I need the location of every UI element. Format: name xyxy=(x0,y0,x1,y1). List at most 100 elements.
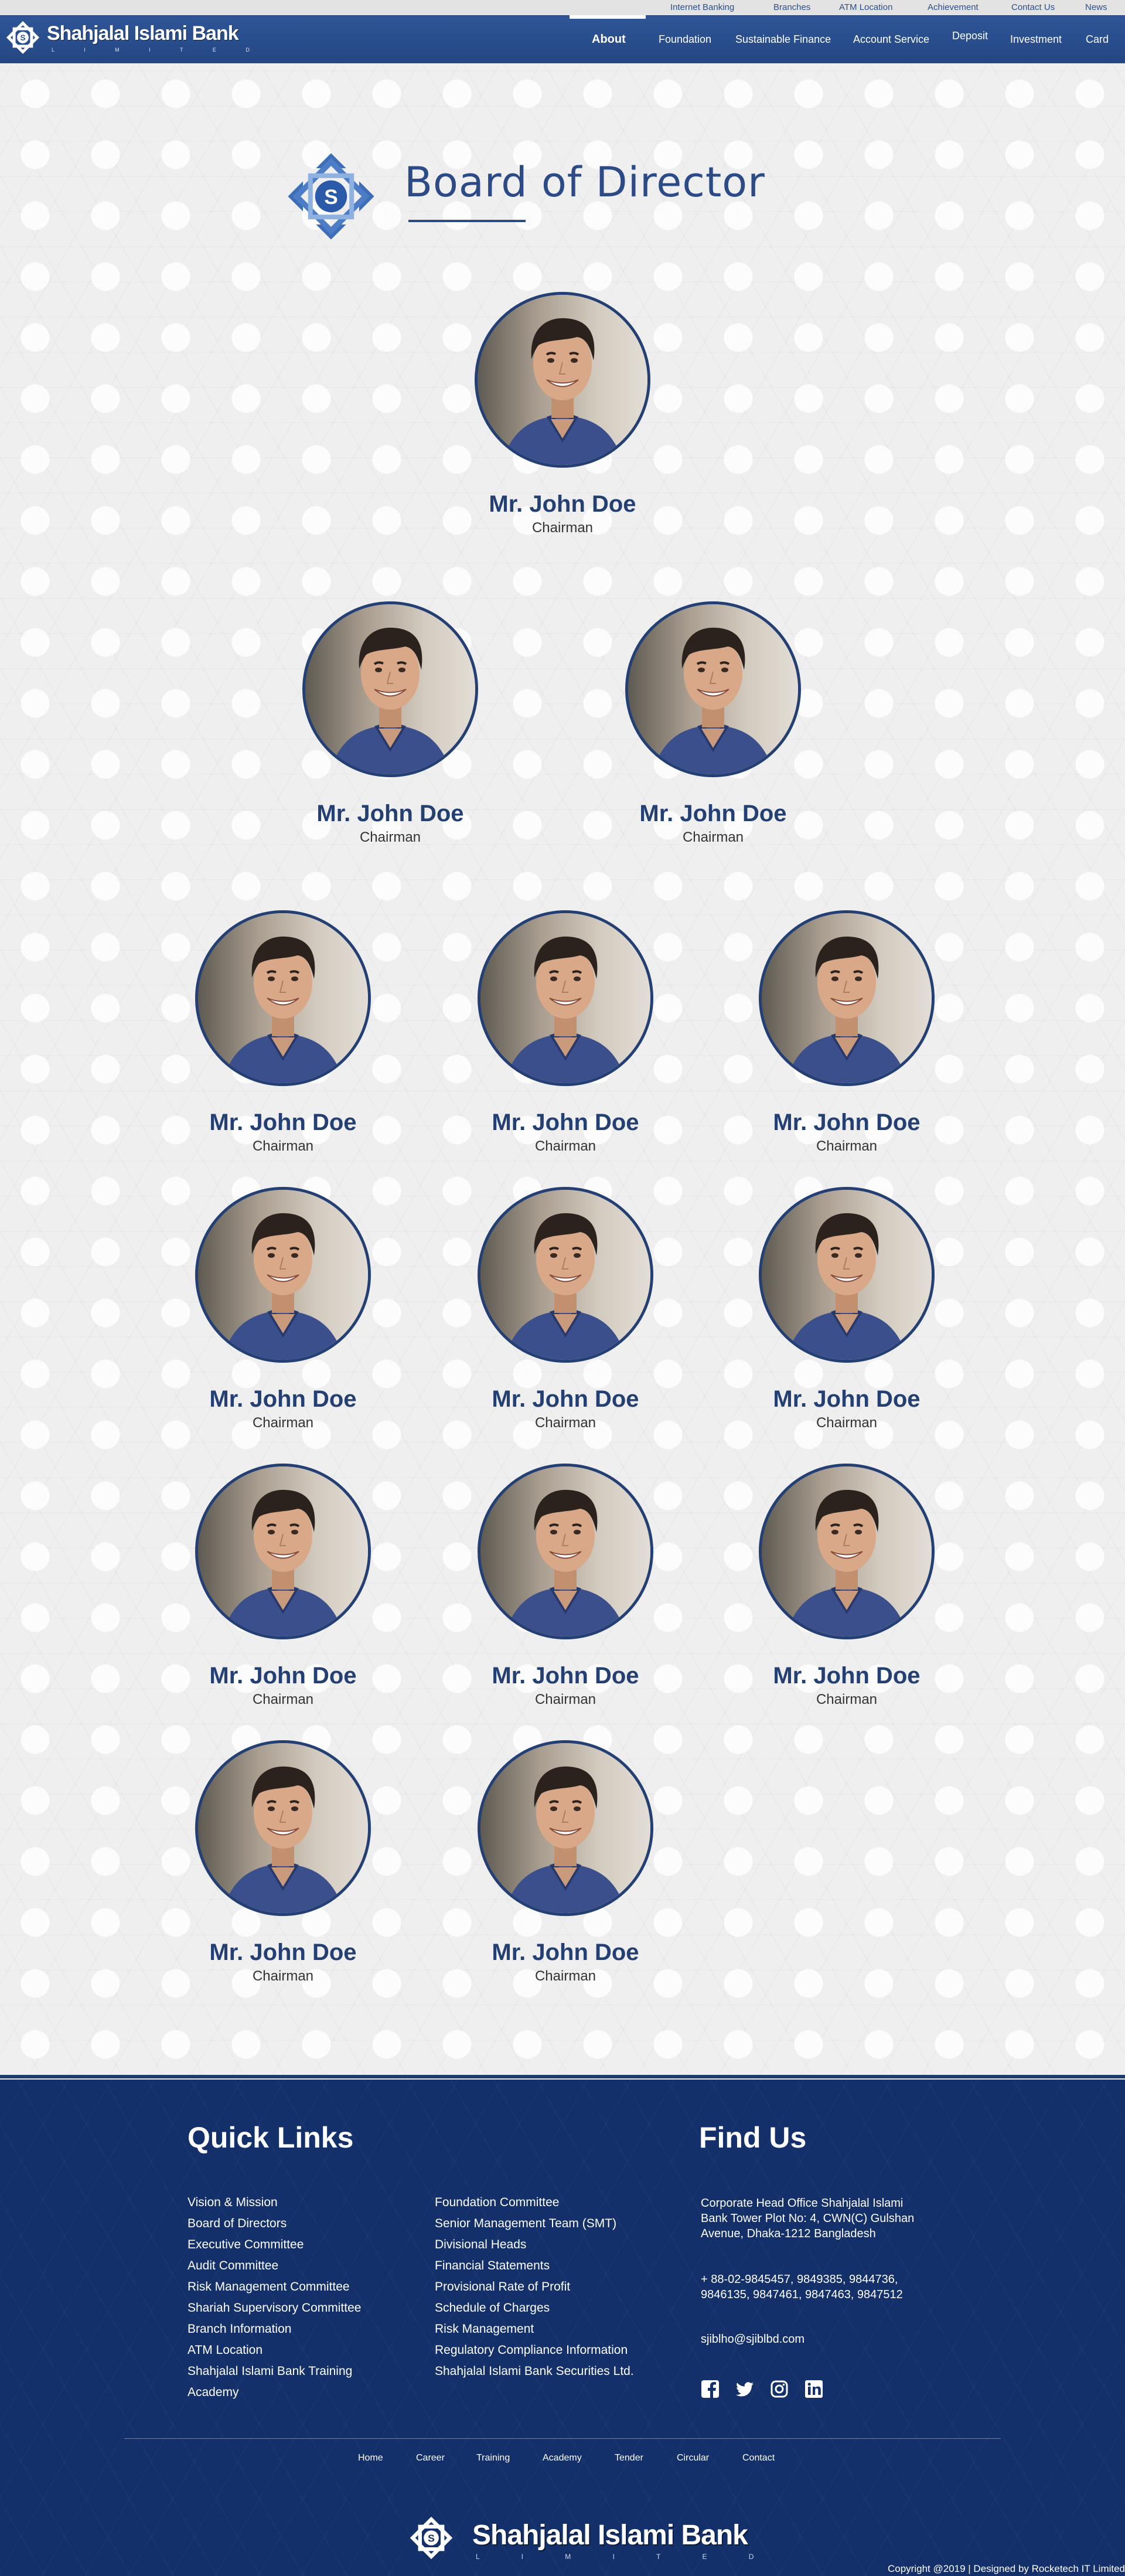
footer-bank-subtitle: L I M I T E D xyxy=(476,2553,774,2561)
footer-nav-home[interactable]: Home xyxy=(358,2453,383,2463)
nav-deposit[interactable]: Deposit xyxy=(952,12,988,60)
director-photo xyxy=(302,601,478,777)
top-link-contact-us[interactable]: Contact Us xyxy=(1011,0,1055,15)
footer-quick-link[interactable]: Risk Management xyxy=(435,2322,534,2336)
director-role: Chairman xyxy=(359,829,421,845)
nav-card[interactable]: Card xyxy=(1086,15,1109,63)
director-card[interactable]: Mr. John Doe Chairman xyxy=(425,1740,706,1985)
footer-quick-link[interactable]: Senior Management Team (SMT) xyxy=(435,2217,616,2231)
footer-email-link[interactable]: sjiblho@sjiblbd.com xyxy=(701,2332,804,2347)
director-role: Chairman xyxy=(816,1138,878,1154)
footer-quick-link[interactable]: Regulatory Compliance Information xyxy=(435,2343,628,2357)
director-photo xyxy=(759,910,935,1086)
footer-quick-link[interactable]: Schedule of Charges xyxy=(435,2301,550,2315)
nav-foundation[interactable]: Foundation xyxy=(659,15,711,63)
director-name: Mr. John Doe xyxy=(773,1386,921,1412)
twitter-icon[interactable] xyxy=(735,2380,754,2398)
nav-account-service[interactable]: Account Service xyxy=(853,15,929,63)
footer-nav-circular[interactable]: Circular xyxy=(677,2453,709,2463)
footer-quick-link[interactable]: Audit Committee xyxy=(188,2259,278,2273)
director-role: Chairman xyxy=(252,1415,314,1431)
footer-nav-tender[interactable]: Tender xyxy=(615,2453,643,2463)
director-card[interactable]: Mr. John Doe Chairman xyxy=(706,1464,987,1708)
director-photo xyxy=(478,1464,653,1639)
director-name: Mr. John Doe xyxy=(492,1663,639,1689)
footer-nav-contact[interactable]: Contact xyxy=(742,2453,775,2463)
top-link-news[interactable]: News xyxy=(1085,0,1107,15)
director-card[interactable]: Mr. John Doe Chairman xyxy=(142,910,424,1155)
nav-about[interactable]: About xyxy=(592,15,626,63)
title-underline xyxy=(408,220,526,222)
footer-nav-career[interactable]: Career xyxy=(416,2453,445,2463)
director-role: Chairman xyxy=(816,1692,878,1707)
footer xyxy=(0,2080,1125,2576)
director-card[interactable]: Mr. John Doe Chairman xyxy=(250,601,531,846)
director-photo xyxy=(759,1187,935,1363)
director-name: Mr. John Doe xyxy=(639,801,787,826)
director-card[interactable]: Mr. John Doe Chairman xyxy=(572,601,854,846)
footer-quick-link[interactable]: Vision & Mission xyxy=(188,2196,278,2210)
director-name: Mr. John Doe xyxy=(209,1386,357,1412)
director-photo xyxy=(759,1464,935,1639)
director-card[interactable]: Mr. John Doe Chairman xyxy=(706,910,987,1155)
footer-nav-academy[interactable]: Academy xyxy=(543,2453,582,2463)
director-card[interactable]: Mr. John Doe Chairman xyxy=(142,1740,424,1985)
director-name: Mr. John Doe xyxy=(773,1110,921,1135)
footer-quick-link[interactable]: Academy xyxy=(188,2386,239,2400)
footer-bank-logo-icon[interactable]: S xyxy=(408,2514,455,2561)
director-card[interactable]: Mr. John Doe Chairman xyxy=(706,1187,987,1431)
footer-quick-link[interactable]: Divisional Heads xyxy=(435,2238,526,2252)
linkedin-icon[interactable] xyxy=(804,2380,823,2398)
director-photo xyxy=(625,601,801,777)
svg-text:S: S xyxy=(20,33,25,42)
director-role: Chairman xyxy=(252,1138,314,1154)
footer-quick-link[interactable]: Shahjalal Islami Bank Securities Ltd. xyxy=(435,2364,634,2378)
facebook-icon[interactable] xyxy=(701,2380,720,2398)
bank-name[interactable]: Shahjalal Islami Bank xyxy=(47,22,239,45)
director-photo xyxy=(478,1187,653,1363)
footer-quick-link[interactable]: Board of Directors xyxy=(188,2217,287,2231)
director-card[interactable]: Mr. John Doe Chairman xyxy=(425,1464,706,1708)
director-card[interactable]: Mr. John Doe Chairman xyxy=(142,1187,424,1431)
footer-quick-link[interactable]: Provisional Rate of Profit xyxy=(435,2280,570,2294)
footer-quick-link[interactable]: Risk Management Committee xyxy=(188,2280,350,2294)
footer-quick-link[interactable]: Shahjalal Islami Bank Training xyxy=(188,2364,352,2378)
footer-quick-link[interactable]: Foundation Committee xyxy=(435,2196,559,2210)
bank-logo-icon[interactable]: S xyxy=(5,19,41,56)
address-line: Corporate Head Office Shahjalal Islami xyxy=(701,2197,904,2210)
director-role: Chairman xyxy=(531,520,594,536)
footer-quick-link[interactable]: Executive Committee xyxy=(188,2238,304,2252)
director-name: Mr. John Doe xyxy=(209,1663,357,1689)
director-card[interactable]: Mr. John Doe Chairman xyxy=(425,1187,706,1431)
address-line: Bank Tower Plot No: 4, CWN(C) Gulshan xyxy=(701,2212,915,2225)
instagram-icon[interactable] xyxy=(770,2380,789,2398)
nav-investment[interactable]: Investment xyxy=(1010,15,1062,63)
director-card[interactable]: Mr. John Doe Chairman xyxy=(425,910,706,1155)
top-link-internet-banking[interactable]: Internet Banking xyxy=(670,0,734,15)
footer-quick-link[interactable]: ATM Location xyxy=(188,2343,262,2357)
find-us-title: Find Us xyxy=(699,2121,807,2154)
footer-quick-link[interactable]: Financial Statements xyxy=(435,2259,550,2273)
top-link-branches[interactable]: Branches xyxy=(773,0,810,15)
footer-address: Corporate Head Office Shahjalal Islami B… xyxy=(701,2196,953,2241)
director-role: Chairman xyxy=(534,1692,596,1707)
quick-links-title: Quick Links xyxy=(188,2121,354,2154)
director-card[interactable]: Mr. John Doe Chairman xyxy=(422,292,703,536)
footer-quick-link[interactable]: Branch Information xyxy=(188,2322,291,2336)
director-role: Chairman xyxy=(534,1138,596,1154)
director-name: Mr. John Doe xyxy=(209,1939,357,1965)
director-role: Chairman xyxy=(682,829,744,845)
director-photo xyxy=(475,292,650,468)
director-role: Chairman xyxy=(534,1415,596,1431)
top-link-atm-location[interactable]: ATM Location xyxy=(839,0,892,15)
phone-line: + 88-02-9845457, 9849385, 9844736, xyxy=(701,2273,898,2286)
nav-sustainable-finance[interactable]: Sustainable Finance xyxy=(735,15,831,63)
director-name: Mr. John Doe xyxy=(492,1110,639,1135)
director-card[interactable]: Mr. John Doe Chairman xyxy=(142,1464,424,1708)
bank-subtitle: L I M I T E D xyxy=(52,47,264,53)
footer-nav-training[interactable]: Training xyxy=(476,2453,510,2463)
director-name: Mr. John Doe xyxy=(489,491,636,517)
footer-quick-link[interactable]: Shariah Supervisory Committee xyxy=(188,2301,361,2315)
phone-line: 9846135, 9847461, 9847463, 9847512 xyxy=(701,2288,903,2301)
director-photo xyxy=(195,910,371,1086)
